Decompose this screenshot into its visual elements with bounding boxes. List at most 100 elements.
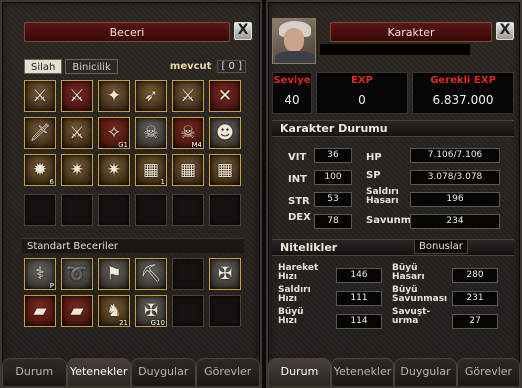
magic-speed-label: Büyü Hızı [278,307,304,326]
skill-slot[interactable]: ♞ 21 [98,295,130,327]
close-icon[interactable]: X [496,22,514,40]
magic-defense-value: 231 [452,291,498,306]
skill-slot[interactable]: ▦ [209,154,241,186]
skill-slot[interactable]: ⛏ [135,258,167,290]
skill-slot[interactable]: ⚔ [61,117,93,149]
skill-slot[interactable]: ☠ [135,117,167,149]
tab-gorevler[interactable]: Görevler [195,358,260,386]
skill-slot[interactable]: ⚔ [61,80,93,112]
character-portrait [272,18,316,64]
weapon-skill-icon: ✦ [106,86,122,106]
mevcut-label: mevcut [169,60,212,72]
flag-skill-icon: ⚑ [106,264,122,284]
required-exp-label: Gerekli EXP [430,75,496,86]
sword-skill-icon: ⚔ [69,123,85,143]
dodge-value: 27 [452,314,498,329]
skill-slot[interactable]: ✷ [98,154,130,186]
skill-slot[interactable]: ⚔ [172,80,204,112]
skill-level-badge: P [49,282,54,290]
hp-value: 7.106/7.106 [410,148,500,163]
magic-attack-label: Büyü Hasarı [392,263,425,282]
level-box: Seviye 40 [272,72,312,114]
redacted-name-bar [320,44,470,55]
skill-level-badge: 21 [119,319,128,327]
empty-skill-slot[interactable] [209,194,241,226]
weapon-skill-icon: ➶ [143,86,159,106]
str-label: STR [288,196,310,207]
close-icon[interactable]: X [234,22,252,40]
empty-skill-slot[interactable] [172,258,204,290]
magic-defense-label: Büyü Savunması [392,285,448,304]
skill-level-badge: G10 [150,319,165,327]
attack-value: 196 [410,192,500,207]
portrait-face [284,28,304,52]
sp-value: 3.078/3.078 [410,170,500,185]
weapon-skill-icon: ⚔ [32,86,48,106]
move-speed-label: Hareket Hızı [278,263,319,282]
weapon-skill-icon: ⚔ [180,86,196,106]
skill-slot[interactable]: ✦ [98,80,130,112]
skill-slot[interactable]: ▦ [172,154,204,186]
skill-slot[interactable]: ➶ [135,80,167,112]
skill-window-title[interactable]: Beceri [24,22,230,42]
empty-skill-slot[interactable] [172,295,204,327]
empty-skill-slot[interactable] [209,295,241,327]
skill-slot[interactable]: ✧ G1 [98,117,130,149]
character-window-title[interactable]: Karakter [330,22,492,42]
skill-slot[interactable]: ▰ [61,295,93,327]
attack-speed-value: 111 [336,291,382,306]
skill-level-badge: 1 [160,178,165,186]
tab-gorevler[interactable]: Görevler [457,358,520,386]
skill-subtabs: Silah Binicilik mevcut [ 0 ] [24,56,246,76]
tab-binicilik[interactable]: Binicilik [65,58,118,74]
tab-silah[interactable]: Silah [24,58,63,74]
book-skill-icon: ▰ [33,301,47,321]
tab-durum[interactable]: Durum [2,358,67,386]
skill-level-badge: 6 [49,178,54,186]
skill-slot[interactable]: ✕ [209,80,241,112]
weapon-skill-icon: ✕ [217,86,233,106]
tab-duygular[interactable]: Duygular [131,358,196,386]
rune-skill-icon: ▦ [216,160,234,180]
skill-level-badge: M4 [191,141,203,149]
character-window: Karakter X Seviye 40 EXP 0 Gerekli EXP 6… [266,0,522,388]
tab-durum[interactable]: Durum [268,358,331,386]
defense-value: 234 [410,214,500,229]
skill-slot[interactable]: ✠ G10 [135,295,167,327]
empty-skill-slot[interactable] [98,194,130,226]
skill-slot[interactable]: ✷ [61,154,93,186]
empty-skill-slot[interactable] [61,194,93,226]
skill-slot[interactable]: ⚔ [24,80,56,112]
tab-duygular[interactable]: Duygular [394,358,457,386]
weapon-skill-icon: ⚔ [69,86,85,106]
skill-slot[interactable]: ☻ [209,117,241,149]
dex-label: DEX [288,212,311,223]
skill-slot[interactable]: ✠ [209,258,241,290]
skill-slot[interactable]: ➰ [61,258,93,290]
attack-label: Saldırı Hasarı [366,187,399,206]
skill-slot[interactable]: ⚕ P [24,258,56,290]
skill-level-badge: G1 [118,141,128,149]
empty-skill-slot[interactable] [24,194,56,226]
empty-skill-slot[interactable] [135,194,167,226]
tab-yetenekler[interactable]: Yetenekler [66,358,131,386]
empty-skill-slot[interactable] [172,194,204,226]
tab-yetenekler[interactable]: Yetenekler [331,358,394,386]
skill-slot[interactable]: ⚑ [98,258,130,290]
skill-slot[interactable]: ✹ 6 [24,154,56,186]
magic-speed-value: 114 [336,314,382,329]
skill-slot[interactable]: ☠ M4 [172,117,204,149]
book-skill-icon: ▰ [70,301,84,321]
claw-skill-icon: ✷ [69,160,85,180]
tab-bonuslar[interactable]: Bonuslar [414,239,468,254]
required-exp-box: Gerekli EXP 6.837.000 [412,72,514,114]
int-label: INT [288,174,307,185]
skill-slot[interactable]: ▰ [24,295,56,327]
attributes-title: Nitelikler [272,239,514,256]
skill-slot[interactable]: ▦ 1 [135,154,167,186]
exp-label: EXP [351,75,373,86]
skill-slot[interactable]: 🗡 [24,117,56,149]
str-value: 53 [314,192,352,207]
attack-speed-label: Saldırı Hızı [278,285,311,304]
exp-box: EXP 0 [316,72,408,114]
